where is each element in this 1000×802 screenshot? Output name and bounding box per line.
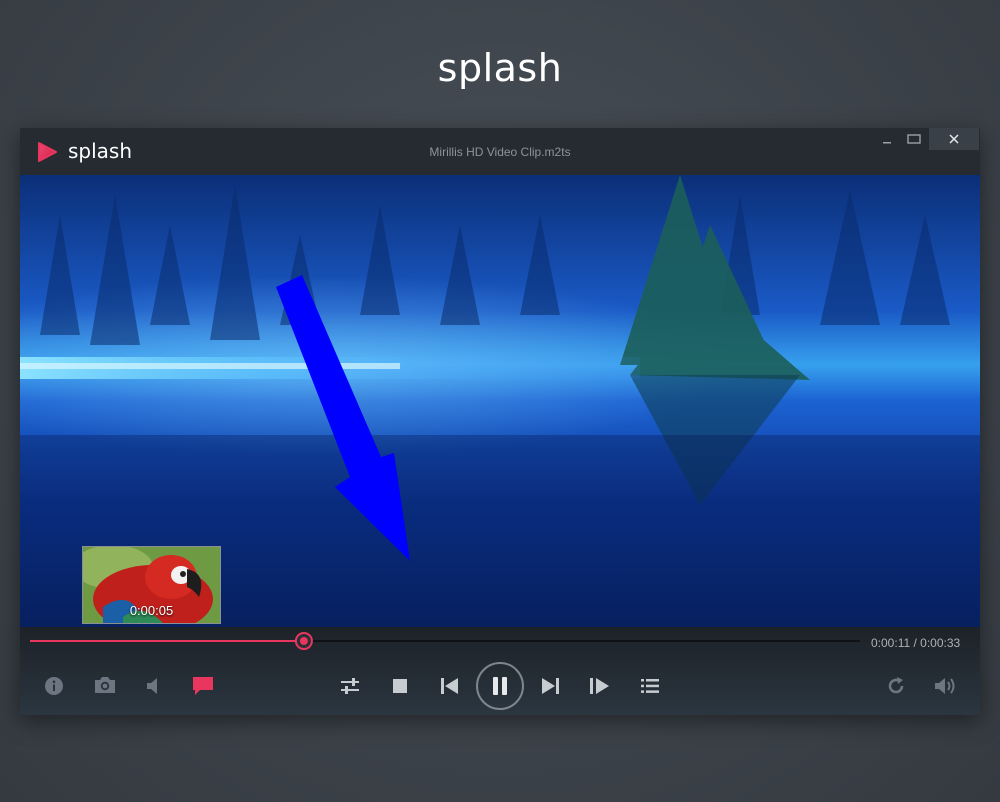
volume-button[interactable]	[932, 674, 960, 698]
preview-time: 0:00:05	[129, 603, 174, 618]
maximize-button[interactable]	[900, 128, 928, 150]
title-bar[interactable]: splash Mirillis HD Video Clip.m2ts	[20, 128, 980, 175]
frame-step-button[interactable]	[588, 674, 612, 698]
page-brand-logo: splash	[437, 46, 563, 90]
equalizer-button[interactable]	[338, 674, 362, 698]
subtitles-button[interactable]	[190, 674, 216, 698]
audio-track-button[interactable]	[141, 674, 165, 698]
next-button[interactable]	[538, 674, 562, 698]
volume-icon	[935, 678, 955, 694]
play-pause-button[interactable]	[476, 662, 524, 710]
pause-icon	[493, 677, 507, 695]
audio-track-icon	[147, 678, 157, 694]
previous-button[interactable]	[438, 674, 462, 698]
playlist-button[interactable]	[638, 674, 662, 698]
time-display: 0:00:11 / 0:00:33	[871, 636, 961, 650]
annotation-arrow	[276, 275, 410, 561]
maximize-icon	[907, 134, 921, 144]
stop-icon	[393, 679, 407, 693]
player-window: splash Mirillis HD Video Clip.m2ts 0:00:…	[20, 128, 980, 715]
close-icon	[949, 134, 959, 144]
seek-handle-center	[299, 637, 308, 645]
stop-button[interactable]	[388, 674, 412, 698]
close-button[interactable]	[929, 128, 979, 150]
repeat-icon	[888, 677, 904, 694]
repeat-button[interactable]	[884, 674, 908, 698]
subtitles-icon	[193, 677, 213, 695]
minimize-button[interactable]	[876, 128, 898, 150]
next-icon	[542, 678, 559, 694]
camera-icon	[95, 677, 115, 693]
seek-preview-thumbnail: 0:00:05	[82, 546, 221, 624]
file-title: Mirillis HD Video Clip.m2ts	[429, 145, 571, 159]
previous-icon	[441, 678, 458, 694]
equalizer-icon	[341, 678, 359, 694]
video-viewport[interactable]: 0:00:05	[20, 175, 980, 627]
info-button[interactable]	[42, 674, 66, 698]
info-icon	[45, 677, 63, 695]
screenshot-button[interactable]	[91, 673, 119, 697]
minimize-icon	[883, 142, 891, 144]
playlist-icon	[641, 679, 659, 693]
frame-step-icon	[590, 678, 609, 694]
